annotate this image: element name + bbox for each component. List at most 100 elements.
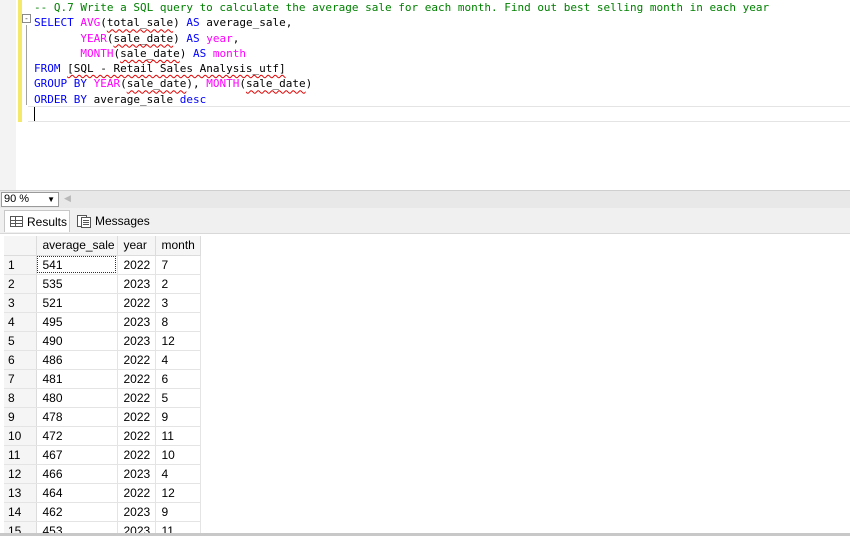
sql-token: sale_date [126,77,187,91]
cell-average-sale[interactable]: 472 [36,426,118,446]
row-number[interactable]: 5 [4,331,37,351]
table-row[interactable]: 14 462 2023 9 [4,502,201,522]
cell-month[interactable]: 10 [155,445,201,465]
column-header-month[interactable]: month [155,236,201,256]
row-number[interactable]: 9 [4,407,37,427]
table-row[interactable]: 7 481 2022 6 [4,369,201,389]
cell-year[interactable]: 2022 [117,293,156,313]
table-row[interactable]: 9 478 2022 9 [4,407,201,427]
row-number[interactable]: 3 [4,293,37,313]
tab-results[interactable]: Results [4,210,70,232]
tab-messages-label: Messages [95,214,150,228]
collapse-icon[interactable]: - [22,14,31,23]
row-number[interactable]: 11 [4,445,37,465]
row-number[interactable]: 12 [4,464,37,484]
row-number[interactable]: 14 [4,502,37,522]
sql-token: ) [305,77,313,91]
cell-month[interactable]: 11 [155,426,201,446]
cell-month[interactable]: 6 [155,369,201,389]
table-row[interactable]: 13 464 2022 12 [4,483,201,503]
sql-token: ( [120,77,127,91]
column-header-year[interactable]: year [117,236,156,256]
table-row[interactable]: 3 521 2022 3 [4,293,201,313]
cell-month[interactable]: 9 [155,502,201,522]
scroll-left-icon[interactable]: ◀ [64,193,71,204]
cell-average-sale[interactable]: 480 [36,388,118,408]
cell-average-sale[interactable]: 490 [36,331,118,351]
cell-year[interactable]: 2023 [117,274,156,294]
row-number[interactable]: 2 [4,274,37,294]
cell-month[interactable]: 12 [155,331,201,351]
query-editor[interactable]: - -- Q.7 Write a SQL query to calculate … [0,0,850,190]
cell-year[interactable]: 2023 [117,331,156,351]
zoom-dropdown[interactable]: 90 % ▼ [1,192,59,207]
table-row[interactable]: 15 453 2023 11 [4,521,201,533]
cell-month[interactable]: 5 [155,388,201,408]
cell-average-sale[interactable]: 478 [36,407,118,427]
cell-year[interactable]: 2022 [117,369,156,389]
cell-average-sale[interactable]: 495 [36,312,118,332]
row-number[interactable]: 10 [4,426,37,446]
cell-month[interactable]: 11 [155,521,201,533]
grid-body: 1 541 2022 7 2 535 2023 2 3 521 2022 3 4 495 2023 8 5 490… [4,255,201,533]
cell-year[interactable]: 2022 [117,426,156,446]
table-row[interactable]: 11 467 2022 10 [4,445,201,465]
cell-year[interactable]: 2022 [117,255,156,275]
cell-month[interactable]: 4 [155,464,201,484]
cell-average-sale[interactable]: 464 [36,483,118,503]
table-row[interactable]: 10 472 2022 11 [4,426,201,446]
tab-messages[interactable]: Messages [75,210,157,232]
cell-year[interactable]: 2023 [117,312,156,332]
table-row[interactable]: 6 486 2022 4 [4,350,201,370]
cell-average-sale[interactable]: 521 [36,293,118,313]
sql-token: AS [186,16,207,30]
cell-year[interactable]: 2023 [117,521,156,533]
grid-corner[interactable] [4,236,37,256]
cell-year[interactable]: 2023 [117,464,156,484]
cell-month[interactable]: 3 [155,293,201,313]
table-row[interactable]: 12 466 2023 4 [4,464,201,484]
sql-code[interactable]: -- Q.7 Write a SQL query to calculate th… [34,0,769,107]
column-header-average-sale[interactable]: average_sale [36,236,118,256]
table-row[interactable]: 8 480 2022 5 [4,388,201,408]
row-number[interactable]: 7 [4,369,37,389]
sql-token: [SQL - Retail Sales Analysis_utf] [67,62,286,76]
sql-token: MONTH [80,46,114,60]
cell-average-sale[interactable]: 467 [36,445,118,465]
cell-average-sale[interactable]: 466 [36,464,118,484]
row-number[interactable]: 15 [4,521,37,533]
cell-average-sale[interactable]: 486 [36,350,118,370]
sql-token: AS [192,46,213,60]
cell-year[interactable]: 2022 [117,483,156,503]
table-row[interactable]: 2 535 2023 2 [4,274,201,294]
sql-token: AS [186,31,207,45]
row-number[interactable]: 4 [4,312,37,332]
cell-month[interactable]: 8 [155,312,201,332]
cell-year[interactable]: 2022 [117,445,156,465]
table-row[interactable]: 4 495 2023 8 [4,312,201,332]
sql-token: GROUP BY [34,77,94,91]
cell-year[interactable]: 2023 [117,502,156,522]
cell-month[interactable]: 7 [155,255,201,275]
cell-average-sale[interactable]: 453 [36,521,118,533]
row-number[interactable]: 13 [4,483,37,503]
cell-month[interactable]: 9 [155,407,201,427]
table-row[interactable]: 1 541 2022 7 [4,255,201,275]
cell-average-sale[interactable]: 541 [36,255,118,275]
sql-token: ( [100,16,107,30]
cell-average-sale[interactable]: 481 [36,369,118,389]
row-number[interactable]: 1 [4,255,37,275]
cell-month[interactable]: 2 [155,274,201,294]
cell-year[interactable]: 2022 [117,407,156,427]
table-row[interactable]: 5 490 2023 12 [4,331,201,351]
cell-year[interactable]: 2022 [117,350,156,370]
cell-month[interactable]: 4 [155,350,201,370]
sql-token: ORDER BY [34,92,94,106]
sql-token: sale_date [120,46,180,60]
cell-average-sale[interactable]: 462 [36,502,118,522]
row-number[interactable]: 8 [4,388,37,408]
cell-average-sale[interactable]: 535 [36,274,118,294]
cell-year[interactable]: 2022 [117,388,156,408]
row-number[interactable]: 6 [4,350,37,370]
cell-month[interactable]: 12 [155,483,201,503]
